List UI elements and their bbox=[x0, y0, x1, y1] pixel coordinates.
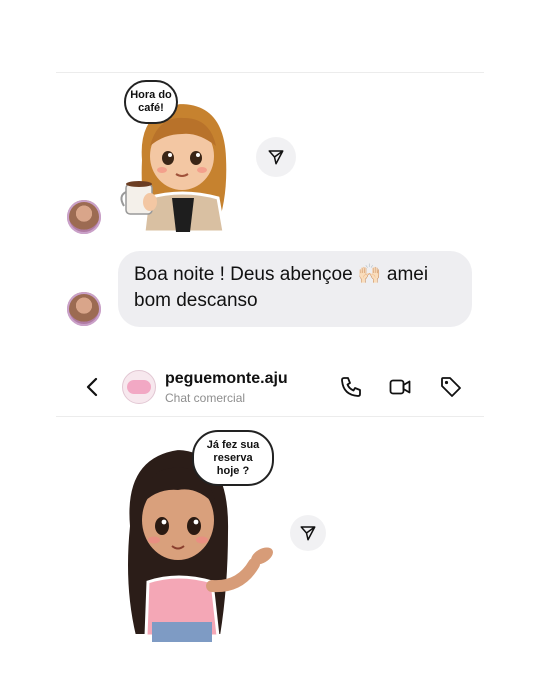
send-icon bbox=[268, 150, 284, 165]
share-button-top[interactable] bbox=[256, 137, 296, 177]
video-call-button[interactable] bbox=[386, 373, 414, 401]
message-text: Boa noite ! Deus abençoe 🙌🏻 amei bom des… bbox=[134, 264, 429, 311]
phone-icon bbox=[341, 377, 361, 397]
sender-avatar[interactable] bbox=[67, 200, 101, 234]
reservation-speech-bubble: Já fez sua reserva hoje ? bbox=[192, 430, 274, 486]
chat-subtitle: Chat comercial bbox=[165, 391, 246, 405]
coffee-speech-text: Hora do café! bbox=[130, 89, 172, 114]
brand-logo-icon bbox=[127, 380, 151, 394]
message-bubble[interactable]: Boa noite ! Deus abençoe 🙌🏻 amei bom des… bbox=[118, 251, 472, 327]
chat-username[interactable]: peguemonte.aju bbox=[165, 370, 288, 388]
share-button-bottom[interactable] bbox=[290, 515, 326, 551]
back-chevron-icon bbox=[86, 377, 98, 397]
call-button[interactable] bbox=[337, 373, 365, 401]
profile-avatar[interactable] bbox=[122, 370, 156, 404]
reservation-speech-text: Já fez sua reserva hoje ? bbox=[206, 438, 260, 477]
coffee-speech-bubble: Hora do café! bbox=[124, 80, 178, 124]
tag-icon bbox=[441, 377, 461, 397]
sender-avatar[interactable] bbox=[67, 292, 101, 326]
header-divider bbox=[56, 416, 484, 417]
top-divider bbox=[56, 72, 484, 73]
video-icon bbox=[389, 379, 411, 395]
send-icon bbox=[300, 526, 316, 541]
back-button[interactable] bbox=[79, 373, 107, 401]
tag-button[interactable] bbox=[437, 373, 465, 401]
